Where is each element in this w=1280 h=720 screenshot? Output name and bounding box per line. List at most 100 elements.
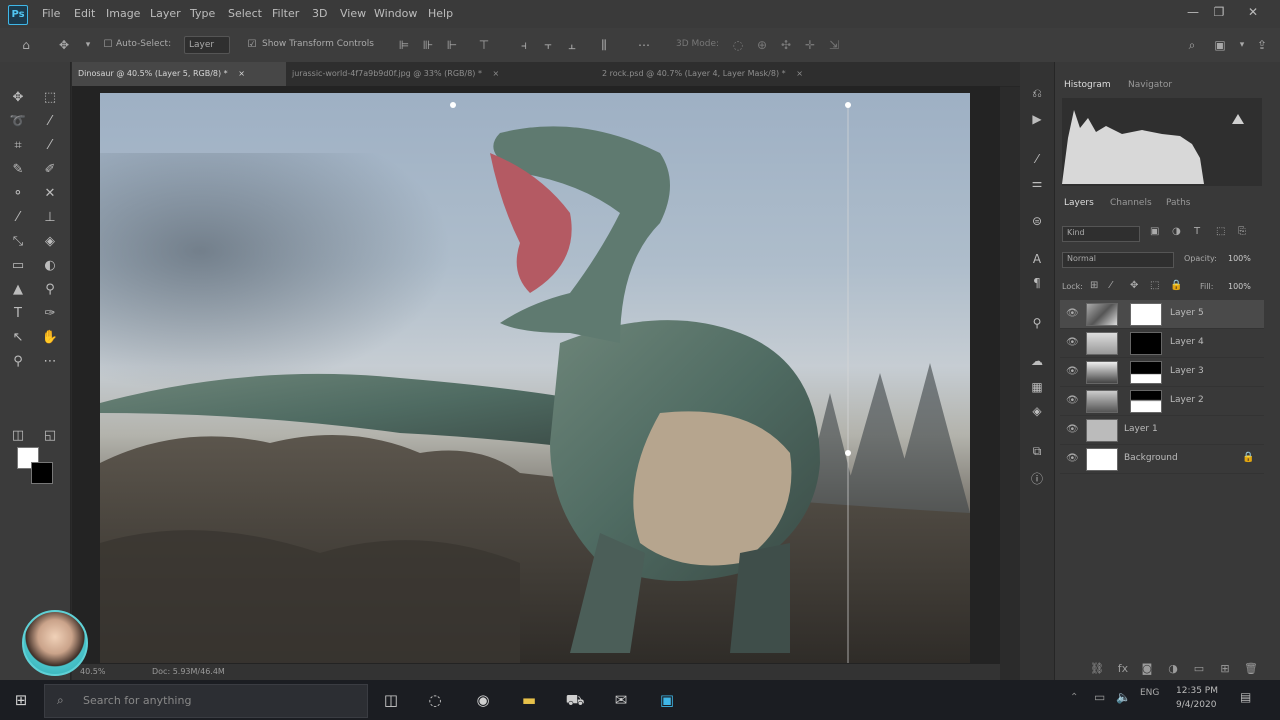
lock-position-icon[interactable]: ✥ xyxy=(1130,280,1138,291)
blur-tool-icon[interactable]: ▲ xyxy=(8,280,28,300)
lock-pixels-icon[interactable]: ⊞ xyxy=(1090,280,1098,291)
menu-image[interactable]: Image xyxy=(106,7,140,20)
distribute-spacing-icon[interactable]: ⫼ xyxy=(596,37,612,53)
dodge-tool-icon[interactable]: ◐ xyxy=(40,256,60,276)
info-icon[interactable]: ⓘ xyxy=(1028,470,1046,488)
more-options-icon[interactable]: ⋯ xyxy=(636,37,652,53)
eye-icon[interactable]: 👁 xyxy=(1066,337,1079,348)
opacity-value[interactable]: 100% xyxy=(1228,254,1251,263)
styles-icon[interactable]: ◈ xyxy=(1028,402,1046,420)
menu-edit[interactable]: Edit xyxy=(74,7,95,20)
tab-histogram[interactable]: Histogram xyxy=(1064,80,1111,90)
menu-help[interactable]: Help xyxy=(428,7,453,20)
share-icon[interactable]: ⇪ xyxy=(1254,37,1270,53)
filter-type-icon[interactable]: T xyxy=(1194,226,1200,237)
tab-dinosaur[interactable]: Dinosaur @ 40.5% (Layer 5, RGB/8) * × xyxy=(72,62,286,86)
kind-filter-dropdown[interactable]: Kind xyxy=(1062,226,1140,242)
hand-tool-icon[interactable]: ✋ xyxy=(40,328,60,348)
brush-tool-icon[interactable]: ⚬ xyxy=(8,184,28,204)
tab-navigator[interactable]: Navigator xyxy=(1128,80,1172,90)
adjustment-layer-icon[interactable]: ◑ xyxy=(1166,662,1180,676)
taskbar-search-box[interactable]: ⌕ Search for anything xyxy=(44,684,368,718)
home-icon[interactable]: ⌂ xyxy=(18,37,34,53)
file-explorer-icon[interactable]: ▬ xyxy=(516,688,542,712)
menu-3d[interactable]: 3D xyxy=(312,7,327,20)
align-top-icon[interactable]: ⊤ xyxy=(476,37,492,53)
eye-icon[interactable]: 👁 xyxy=(1066,366,1079,377)
maximize-button[interactable]: ❐ xyxy=(1212,5,1226,19)
workspace-chevron-icon[interactable]: ▾ xyxy=(1234,37,1250,53)
clone-stamp-icon[interactable]: ⁄ xyxy=(8,208,28,228)
add-mask-icon[interactable]: ◙ xyxy=(1140,662,1154,676)
chevron-down-icon[interactable]: ▾ xyxy=(80,37,96,53)
windows-start-icon[interactable]: ⊞ xyxy=(8,688,34,712)
filter-pixel-icon[interactable]: ▣ xyxy=(1150,226,1159,237)
3d-rotate-icon[interactable]: ◌ xyxy=(730,37,746,53)
search-icon[interactable]: ⌕ xyxy=(1184,37,1200,53)
clock-date[interactable]: 9/4/2020 xyxy=(1176,700,1216,710)
tab-channels[interactable]: Channels xyxy=(1110,198,1152,208)
link-layers-icon[interactable]: ⛓ xyxy=(1090,662,1104,676)
layer-mask-thumbnail[interactable] xyxy=(1130,390,1162,413)
zoom-tool-icon-2[interactable]: ⚲ xyxy=(40,280,60,300)
align-right-icon[interactable]: ⊩ xyxy=(444,37,460,53)
history-icon[interactable]: ⎌ xyxy=(1028,84,1046,102)
magic-wand-icon[interactable]: ⁄ xyxy=(40,112,60,132)
menu-filter[interactable]: Filter xyxy=(272,7,299,20)
move-tool-icon[interactable]: ✥ xyxy=(56,37,72,53)
layers-3d-icon[interactable]: ⧉ xyxy=(1028,442,1046,460)
show-transform-checkbox[interactable]: ☑ xyxy=(244,37,260,53)
crop-tool-icon[interactable]: ⌗ xyxy=(8,136,28,156)
zoom-readout[interactable]: 40.5% xyxy=(80,664,105,680)
volume-icon[interactable]: 🔈 xyxy=(1116,690,1131,704)
layer-row-background[interactable]: 👁 Background 🔒 xyxy=(1060,445,1264,474)
brush-settings-icon[interactable]: ⁄ xyxy=(1028,150,1046,168)
gradient-tool-icon[interactable]: ▭ xyxy=(8,256,28,276)
layer-mask-thumbnail[interactable] xyxy=(1130,332,1162,355)
eye-icon[interactable]: 👁 xyxy=(1066,308,1079,319)
tab-paths[interactable]: Paths xyxy=(1166,198,1190,208)
task-view-icon[interactable]: ◫ xyxy=(378,688,404,712)
3d-scale-icon[interactable]: ⇲ xyxy=(826,37,842,53)
move-tool-icon[interactable]: ✥ xyxy=(8,88,28,108)
lasso-tool-icon[interactable]: ➰ xyxy=(8,112,28,132)
zoom-tool-icon[interactable]: ⚲ xyxy=(8,352,28,372)
tab-close-icon[interactable]: × xyxy=(238,69,245,78)
more-tools-icon[interactable]: ⋯ xyxy=(40,352,60,372)
eye-icon[interactable]: 👁 xyxy=(1066,424,1079,435)
mail-icon[interactable]: ✉ xyxy=(608,688,634,712)
menu-view[interactable]: View xyxy=(340,7,366,20)
new-layer-icon[interactable]: ⊞ xyxy=(1218,662,1232,676)
menu-window[interactable]: Window xyxy=(374,7,417,20)
lock-artboard-icon[interactable]: ⬚ xyxy=(1150,280,1159,291)
filter-shape-icon[interactable]: ⬚ xyxy=(1216,226,1225,237)
auto-select-checkbox[interactable]: ☐ xyxy=(100,37,116,53)
menu-type[interactable]: Type xyxy=(190,7,215,20)
eye-icon[interactable]: 👁 xyxy=(1066,453,1079,464)
photoshop-taskbar-icon[interactable]: ▣ xyxy=(654,688,680,712)
layer-row-2[interactable]: 👁 Layer 2 xyxy=(1060,387,1264,416)
distribute-center-icon[interactable]: ⫟ xyxy=(540,37,556,53)
swatches-icon[interactable]: ▦ xyxy=(1028,378,1046,396)
document-canvas[interactable] xyxy=(100,93,970,663)
patch-tool-icon[interactable]: ✐ xyxy=(40,160,60,180)
menu-file[interactable]: File xyxy=(42,7,60,20)
tab-jurassic[interactable]: jurassic-world-4f7a9b9d0f.jpg @ 33% (RGB… xyxy=(286,62,592,86)
history-brush-icon[interactable]: ⤡ xyxy=(8,232,28,252)
tab-close-icon[interactable]: × xyxy=(796,69,803,78)
paragraph-icon[interactable]: ¶ xyxy=(1028,274,1046,292)
layer-style-icon[interactable]: fx xyxy=(1116,662,1130,676)
group-icon[interactable]: ▭ xyxy=(1192,662,1206,676)
align-left-icon[interactable]: ⊫ xyxy=(396,37,412,53)
edge-icon[interactable]: ◌ xyxy=(422,688,448,712)
tab-rock[interactable]: 2 rock.psd @ 40.7% (Layer 4, Layer Mask/… xyxy=(596,62,862,86)
clock-time[interactable]: 12:35 PM xyxy=(1176,686,1218,696)
lock-all-icon[interactable]: 🔒 xyxy=(1170,280,1182,291)
eyedropper-icon[interactable]: ⁄ xyxy=(40,136,60,156)
healing-brush-icon[interactable]: ✎ xyxy=(8,160,28,180)
blend-mode-dropdown[interactable]: Normal xyxy=(1062,252,1174,268)
layer-row-5[interactable]: 👁 Layer 5 xyxy=(1060,300,1264,329)
background-color-swatch[interactable] xyxy=(31,462,53,484)
trash-icon[interactable]: 🗑 xyxy=(1244,662,1258,676)
chrome-icon[interactable]: ◉ xyxy=(470,688,496,712)
